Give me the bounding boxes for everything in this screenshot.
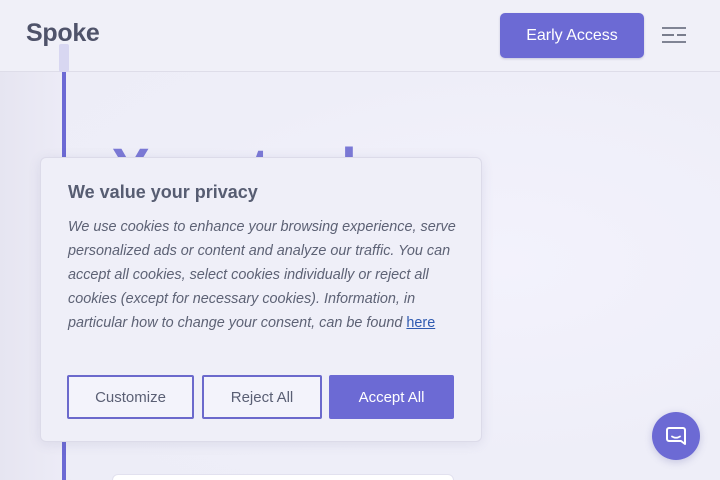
cookie-policy-link[interactable]: here [406,315,435,331]
accent-bar [62,72,66,158]
hamburger-menu-icon-svg [662,27,686,43]
cookie-body: We use cookies to enhance your browsing … [68,215,468,335]
chat-button[interactable] [652,412,700,460]
content-card-partial [112,474,454,480]
site-header: Spoke Early Access [0,0,720,72]
cookie-consent-dialog: We value your privacy We use cookies to … [40,157,482,442]
accent-bar [62,440,66,480]
accent-bar-stub [59,44,69,72]
cookie-title: We value your privacy [68,182,258,202]
hero-heading-partial: Your to-do list [112,140,382,158]
accept-all-button[interactable]: Accept All [329,375,454,419]
cookie-body-text: We use cookies to enhance your browsing … [68,219,456,331]
early-access-button[interactable]: Early Access [500,13,644,58]
chat-bubble-icon [666,427,686,445]
hero-heading-text: Your to-do list [112,140,382,158]
reject-all-button[interactable]: Reject All [202,375,322,419]
hamburger-menu-icon[interactable] [660,25,688,47]
customize-button[interactable]: Customize [67,375,194,419]
